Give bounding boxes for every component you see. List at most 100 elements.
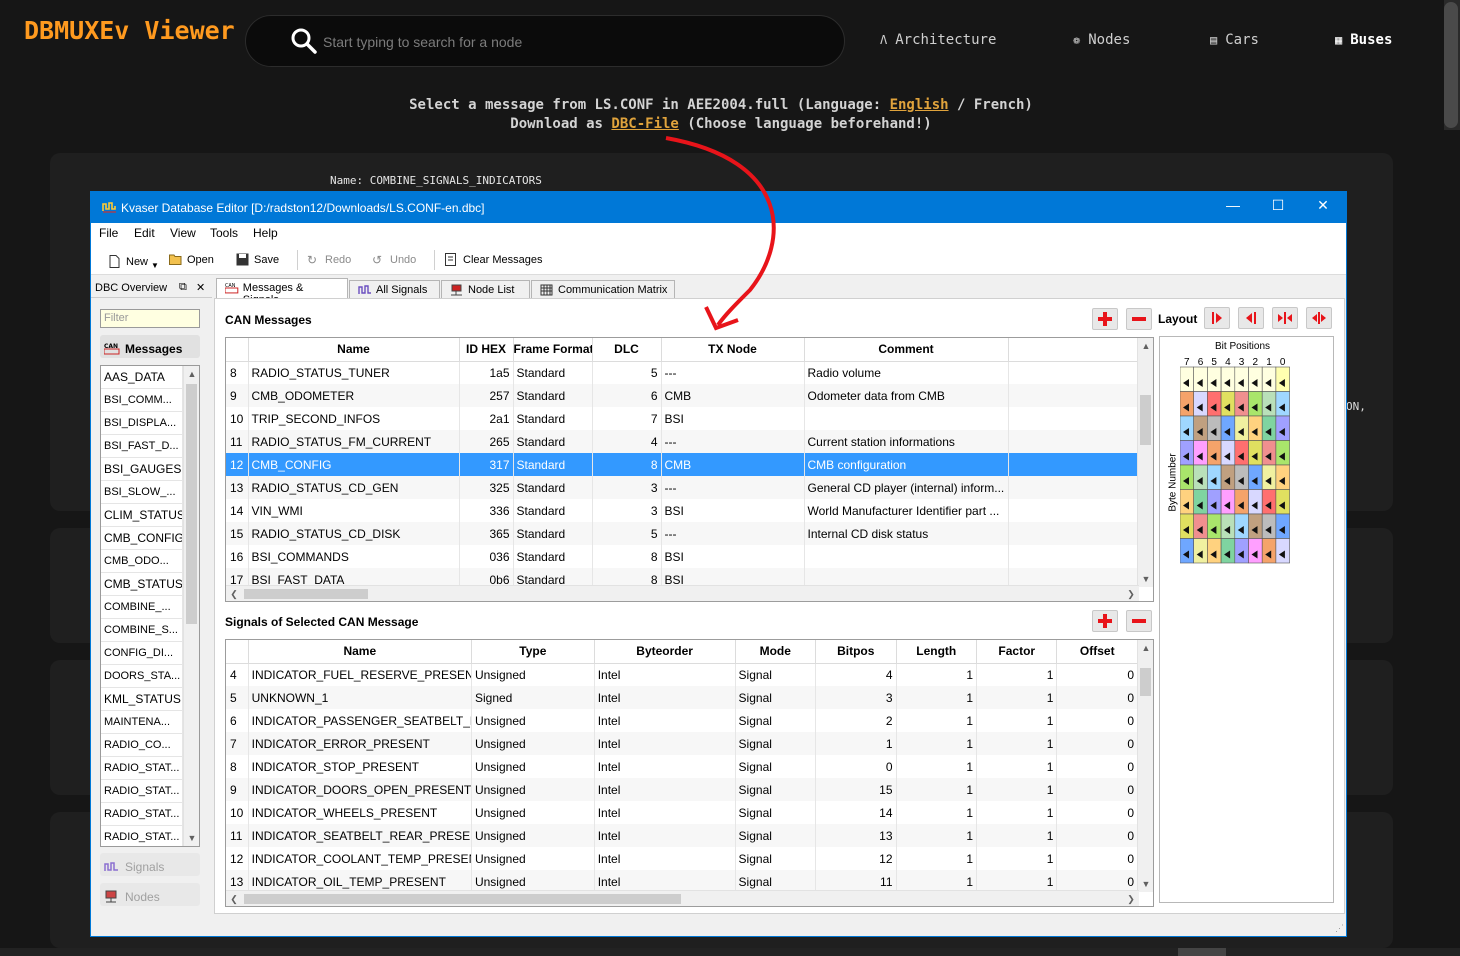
table-row[interactable]: 5 UNKNOWN_1 Signed Intel Signal 3 1 1 0 <box>226 686 1138 709</box>
bit-cell[interactable] <box>1193 366 1208 392</box>
table-cell[interactable]: --- <box>661 522 805 545</box>
table-cell[interactable]: CMB <box>661 453 805 476</box>
minimize-button[interactable]: — <box>1221 197 1245 213</box>
table-cell[interactable]: General CD player (internal) inform... <box>804 476 1009 499</box>
menu-file[interactable]: File <box>99 226 118 240</box>
column-header-length[interactable]: Length <box>896 640 978 664</box>
layout-expand-button[interactable] <box>1306 307 1332 329</box>
table-cell[interactable]: RADIO_STATUS_TUNER <box>248 361 460 384</box>
tab-messages-signals[interactable]: CANMessages & Signals <box>216 278 348 306</box>
table-cell[interactable]: 5 <box>226 686 249 709</box>
table-cell[interactable]: RADIO_STATUS_CD_GEN <box>248 476 460 499</box>
bit-cell[interactable] <box>1220 464 1236 490</box>
table-cell[interactable]: Signal <box>735 847 817 870</box>
bit-cell[interactable] <box>1180 415 1194 441</box>
message-list-item[interactable]: CLIM_STATUS <box>101 504 183 527</box>
table-cell[interactable]: Signal <box>735 732 817 755</box>
table-cell[interactable]: Current station informations <box>804 430 1009 453</box>
message-list-item[interactable]: KML_STATUS <box>101 688 183 711</box>
scroll-left-icon[interactable]: ❮ <box>226 891 242 906</box>
bit-cell[interactable] <box>1248 538 1263 564</box>
bit-cell[interactable] <box>1261 366 1277 392</box>
table-cell[interactable]: 1 <box>976 778 1058 801</box>
scroll-down-icon[interactable]: ▼ <box>184 830 199 846</box>
table-cell[interactable]: 11 <box>226 430 249 453</box>
scroll-right-icon[interactable]: ❯ <box>1123 586 1139 601</box>
bit-cell[interactable] <box>1193 464 1208 490</box>
table-row[interactable]: 11 INDICATOR_SEATBELT_REAR_PRESENT Unsigne… <box>226 824 1138 847</box>
new-button[interactable]: New ▼ <box>108 253 159 270</box>
message-list-item[interactable]: CMB_ODO... <box>101 550 183 573</box>
table-cell[interactable]: Signal <box>735 755 817 778</box>
bit-cell[interactable] <box>1275 391 1290 417</box>
bit-cell[interactable] <box>1220 513 1236 539</box>
bit-cell[interactable] <box>1180 513 1194 539</box>
window-titlebar[interactable]: Kvaser Database Editor [D:/radston12/Dow… <box>91 192 1346 223</box>
table-row[interactable]: 13 RADIO_STATUS_CD_GEN 325 Standard 3 --- Gene… <box>226 476 1139 499</box>
message-list-item[interactable]: AAS_DATA <box>101 366 183 389</box>
table-cell[interactable]: 6 <box>592 384 662 407</box>
bit-cell[interactable] <box>1275 440 1290 466</box>
message-list-item[interactable]: BSI_SLOW_... <box>101 481 183 504</box>
redo-button[interactable]: ↻ Redo <box>307 253 351 267</box>
table-cell[interactable]: 0 <box>1056 755 1138 778</box>
bit-cell[interactable] <box>1207 538 1222 564</box>
table-cell[interactable]: Signal <box>735 663 817 686</box>
column-header-dlc[interactable]: DLC <box>592 338 662 362</box>
table-cell[interactable]: --- <box>661 430 805 453</box>
table-cell[interactable]: 1 <box>976 732 1058 755</box>
table-cell[interactable]: Standard <box>513 361 593 384</box>
table-cell[interactable]: Internal CD disk status <box>804 522 1009 545</box>
table-cell[interactable]: 1 <box>976 755 1058 778</box>
search-input[interactable]: Start typing to search for a node <box>323 34 522 50</box>
table-cell[interactable]: World Manufacturer Identifier part ... <box>804 499 1009 522</box>
bit-cell[interactable] <box>1275 464 1290 490</box>
tab-node-list[interactable]: Node List <box>441 280 530 299</box>
bit-cell[interactable] <box>1275 489 1290 515</box>
table-cell[interactable]: Intel <box>594 778 736 801</box>
message-list-item[interactable]: BSI_COMM... <box>101 389 183 412</box>
column-header-comment[interactable]: Comment <box>804 338 1009 362</box>
table-cell[interactable]: 8 <box>226 755 249 778</box>
column-header-byteorder[interactable]: Byteorder <box>594 640 736 664</box>
bit-cell[interactable] <box>1193 538 1208 564</box>
table-cell[interactable]: 1 <box>976 801 1058 824</box>
table-cell[interactable]: Standard <box>513 430 593 453</box>
bit-cell[interactable] <box>1220 366 1236 392</box>
table-cell[interactable]: Intel <box>594 824 736 847</box>
table-cell[interactable]: BSI <box>661 407 805 430</box>
table-cell[interactable]: Signal <box>735 686 817 709</box>
column-header-offset[interactable]: Offset <box>1056 640 1138 664</box>
clear-messages-button[interactable]: Clear Messages <box>445 253 542 266</box>
bit-cell[interactable] <box>1248 440 1263 466</box>
table-cell[interactable]: 12 <box>815 847 897 870</box>
table-cell[interactable]: Intel <box>594 686 736 709</box>
bit-cell[interactable] <box>1220 489 1236 515</box>
table-cell[interactable]: 0 <box>1056 663 1138 686</box>
table-cell[interactable]: 12 <box>226 847 249 870</box>
table-cell[interactable]: Unsigned <box>471 801 595 824</box>
table-cell[interactable]: 1 <box>896 847 978 870</box>
table-cell[interactable]: 5 <box>592 361 662 384</box>
table-cell[interactable]: Standard <box>513 453 593 476</box>
bit-cell[interactable] <box>1261 391 1277 417</box>
message-list-item[interactable]: COMBINE_S... <box>101 619 183 642</box>
table-cell[interactable]: INDICATOR_WHEELS_PRESENT <box>248 801 472 824</box>
table-cell[interactable]: 7 <box>592 407 662 430</box>
bit-cell[interactable] <box>1180 440 1194 466</box>
bit-cell[interactable] <box>1207 464 1222 490</box>
table-cell[interactable]: 15 <box>815 778 897 801</box>
table-cell[interactable]: 8 <box>226 361 249 384</box>
bit-cell[interactable] <box>1234 415 1249 441</box>
table-cell[interactable]: 0 <box>1056 778 1138 801</box>
table-row[interactable]: 10 INDICATOR_WHEELS_PRESENT Unsigned Intel S… <box>226 801 1138 824</box>
table-row[interactable]: 12 CMB_CONFIG 317 Standard 8 CMB CMB configura… <box>226 453 1139 476</box>
table-cell[interactable]: --- <box>661 361 805 384</box>
bit-cell[interactable] <box>1275 415 1290 441</box>
table-cell[interactable]: --- <box>661 476 805 499</box>
vertical-scrollbar[interactable]: ▲ ▼ <box>183 366 199 846</box>
table-cell[interactable]: Unsigned <box>471 778 595 801</box>
bit-cell[interactable] <box>1220 538 1236 564</box>
table-cell[interactable]: CMB_CONFIG <box>248 453 460 476</box>
add-signal-button[interactable] <box>1092 610 1118 632</box>
